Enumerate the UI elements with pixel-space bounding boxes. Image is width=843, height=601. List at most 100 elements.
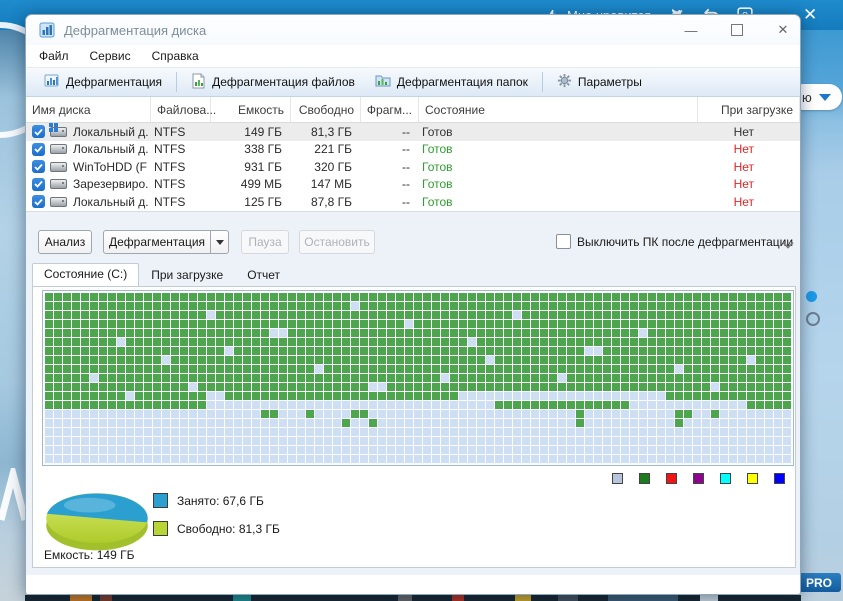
disk-capacity: 125 ГБ bbox=[244, 194, 282, 209]
disk-frag: -- bbox=[402, 142, 410, 157]
disk-fs: NTFS bbox=[154, 194, 186, 209]
table-row[interactable]: Локальный д... NTFS 125 ГБ 87,8 ГБ -- Готов Не… bbox=[26, 193, 800, 211]
disk-capacity: 338 ГБ bbox=[244, 142, 282, 157]
minimize-button[interactable]: — bbox=[674, 15, 708, 45]
disk-checkbox[interactable] bbox=[32, 160, 45, 174]
folder-chart-icon bbox=[375, 73, 391, 91]
chart-icon bbox=[44, 73, 60, 91]
tab-2[interactable]: Отчет bbox=[235, 264, 292, 286]
column-header-5[interactable]: Состояние bbox=[419, 97, 698, 122]
disk-checkbox[interactable] bbox=[32, 142, 45, 156]
table-row[interactable]: Зарезервиро... NTFS 499 МБ 147 МБ -- Готов Нет bbox=[26, 175, 800, 193]
pro-badge: PRO bbox=[797, 573, 841, 592]
disk-boot: Нет bbox=[733, 142, 754, 157]
radio-dot-empty[interactable] bbox=[806, 312, 820, 326]
disk-icon bbox=[50, 144, 67, 155]
table-row[interactable]: Локальный д... NTFS 338 ГБ 221 ГБ -- Готов Нет bbox=[26, 140, 800, 158]
disk-name: Локальный д... bbox=[73, 194, 148, 209]
titlebar[interactable]: Дефрагментация диска — ✕ bbox=[26, 15, 800, 45]
column-header-4[interactable]: Фрагм... bbox=[361, 97, 419, 122]
capacity-label: Емкость: 149 ГБ bbox=[44, 548, 135, 562]
free-label: Свободно: 81,3 ГБ bbox=[177, 521, 280, 536]
menu-item-2[interactable]: Справка bbox=[152, 49, 199, 63]
disk-free: 87,8 ГБ bbox=[310, 194, 352, 209]
disk-icon bbox=[50, 179, 67, 190]
close-button[interactable]: ✕ bbox=[766, 15, 800, 45]
chevron-down-icon bbox=[818, 93, 831, 101]
table-header: Имя диска Файлова... Емкость Свободно Фрагм.… bbox=[26, 97, 800, 123]
system-disk-badge bbox=[49, 122, 58, 132]
tab-1[interactable]: При загрузке bbox=[139, 264, 235, 286]
used-color-swatch bbox=[153, 493, 168, 508]
defrag-dropdown-arrow[interactable] bbox=[211, 230, 229, 254]
table-row[interactable]: WinToHDD (F:) NTFS 931 ГБ 320 ГБ -- Готов Нет bbox=[26, 158, 800, 176]
disk-name: WinToHDD (F:) bbox=[73, 159, 148, 174]
disk-frag: -- bbox=[402, 159, 410, 174]
block-map bbox=[42, 290, 794, 466]
disk-status: Готов bbox=[422, 142, 453, 157]
disk-fs: NTFS bbox=[154, 159, 186, 174]
defrag-button[interactable]: Дефрагментация bbox=[103, 230, 211, 254]
toolbar-button-1[interactable]: Дефрагментация файлов bbox=[181, 69, 365, 96]
disk-fs: NTFS bbox=[154, 177, 186, 192]
menu-item-0[interactable]: Файл bbox=[39, 49, 69, 63]
legend-color-0 bbox=[612, 473, 623, 484]
legend-color-4 bbox=[720, 473, 731, 484]
legend-color-3 bbox=[693, 473, 704, 484]
lower-section: Анализ Дефрагментация Пауза Остановить В… bbox=[26, 211, 800, 575]
disk-free: 320 ГБ bbox=[314, 159, 352, 174]
background-close-icon[interactable]: ✕ bbox=[803, 6, 817, 23]
dropdown-text: ю bbox=[802, 89, 812, 105]
column-header-1[interactable]: Файлова... bbox=[151, 97, 216, 122]
radio-dot-filled[interactable] bbox=[806, 291, 817, 302]
disk-status: Готов bbox=[422, 124, 453, 139]
column-header-2[interactable]: Емкость bbox=[211, 97, 291, 122]
disk-fs: NTFS bbox=[154, 124, 186, 139]
disk-name: Локальный д... bbox=[73, 124, 148, 139]
gear-icon bbox=[557, 73, 572, 91]
shutdown-checkbox[interactable] bbox=[556, 234, 571, 249]
disk-status: Готов bbox=[422, 177, 453, 192]
disk-name: Зарезервиро... bbox=[73, 177, 148, 192]
analyze-button[interactable]: Анализ bbox=[38, 230, 92, 254]
disk-capacity: 149 ГБ bbox=[244, 124, 282, 139]
column-header-6[interactable]: При загрузке bbox=[698, 97, 800, 122]
disk-frag: -- bbox=[402, 194, 410, 209]
disk-frag: -- bbox=[402, 177, 410, 192]
tab-0[interactable]: Состояние (C:) bbox=[32, 263, 140, 287]
menu-item-1[interactable]: Сервис bbox=[90, 49, 131, 63]
file-chart-icon bbox=[191, 73, 206, 92]
column-header-0[interactable]: Имя диска bbox=[26, 97, 151, 122]
legend-color-6 bbox=[774, 473, 785, 484]
block-legend bbox=[612, 473, 785, 484]
disk-boot: Нет bbox=[733, 177, 754, 192]
status-tab-panel: Занято: 67,6 ГБ Свободно: 81,3 ГБ Емкост… bbox=[32, 286, 796, 568]
disk-checkbox[interactable] bbox=[32, 195, 45, 209]
toolbar-button-2[interactable]: Дефрагментация папок bbox=[365, 69, 538, 95]
toolbar-button-0[interactable]: Дефрагментация bbox=[34, 69, 172, 95]
disk-fs: NTFS bbox=[154, 142, 186, 157]
maximize-button[interactable] bbox=[720, 15, 754, 45]
background-logo-letter bbox=[0, 460, 29, 531]
legend-color-5 bbox=[747, 473, 758, 484]
expand-chevron-icon[interactable] bbox=[782, 236, 794, 254]
shutdown-label: Выключить ПК после дефрагментации bbox=[577, 234, 794, 249]
disk-status: Готов bbox=[422, 159, 453, 174]
toolbar: Дефрагментация Дефрагментация файлов Дефра… bbox=[26, 67, 800, 97]
defrag-window: Дефрагментация диска — ✕ Файл Сервис Справ… bbox=[25, 14, 801, 595]
tab-bar: Состояние (C:) При загрузке Отчет bbox=[32, 263, 292, 287]
disk-checkbox[interactable] bbox=[32, 125, 45, 139]
disk-boot: Нет bbox=[733, 194, 754, 209]
disk-free: 81,3 ГБ bbox=[310, 124, 352, 139]
screen: Мне нравится ? — ✕ ю PRO bbox=[0, 0, 843, 601]
window-title: Дефрагментация диска bbox=[64, 23, 207, 38]
toolbar-button-3[interactable]: Параметры bbox=[547, 69, 652, 95]
disk-checkbox[interactable] bbox=[32, 177, 45, 191]
disk-free: 221 ГБ bbox=[314, 142, 352, 157]
disk-icon bbox=[50, 161, 67, 172]
table-row[interactable]: Локальный д... NTFS 149 ГБ 81,3 ГБ -- Готов Не… bbox=[26, 122, 800, 141]
menubar: Файл Сервис Справка bbox=[26, 45, 800, 67]
legend-color-2 bbox=[666, 473, 677, 484]
disk-boot: Нет bbox=[733, 159, 754, 174]
column-header-3[interactable]: Свободно bbox=[291, 97, 361, 122]
